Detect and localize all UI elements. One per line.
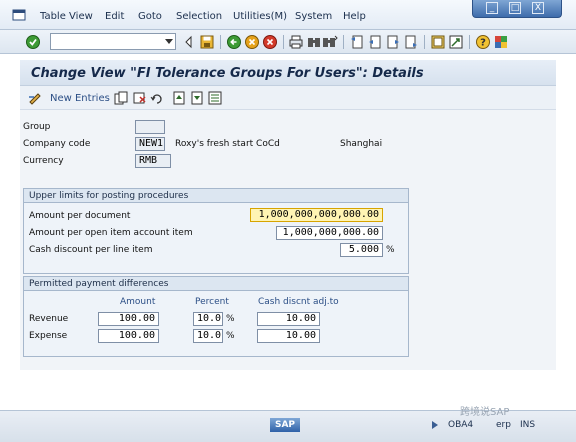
collapse-arrow-icon[interactable]	[181, 34, 197, 50]
exit-icon[interactable]	[244, 34, 260, 50]
next-entry-icon[interactable]	[190, 91, 204, 105]
revenue-cash-discount-field[interactable]: 10.00	[257, 312, 320, 326]
expense-amount-field[interactable]: 100.00	[98, 329, 159, 343]
payment-differences-title: Permitted payment differences	[24, 277, 408, 291]
find-icon[interactable]	[306, 34, 322, 50]
sap-logo: SAP	[270, 418, 300, 432]
city-text: Shanghai	[340, 139, 383, 149]
minimize-button[interactable]: _	[486, 2, 498, 14]
window-controls: _ □ X	[472, 0, 562, 18]
print-icon[interactable]	[288, 34, 304, 50]
main-content: Group Company code NEW1 Roxy's fresh sta…	[20, 110, 556, 370]
find-next-icon[interactable]	[322, 34, 338, 50]
chevron-down-icon[interactable]	[165, 39, 173, 44]
company-name-text: Roxy's fresh start CoCd	[175, 139, 280, 149]
enter-check-icon[interactable]	[25, 34, 41, 50]
toolbar-separator	[424, 35, 425, 49]
undo-change-icon[interactable]	[150, 91, 164, 105]
amount-per-document-field[interactable]: 1,000,000,000,000.00	[250, 208, 383, 222]
amount-per-open-item-field[interactable]: 1,000,000,000.00	[276, 226, 383, 240]
amount-per-document-label: Amount per document	[29, 211, 131, 221]
amount-column-header: Amount	[120, 297, 156, 307]
cash-discount-field[interactable]: 5.000	[340, 243, 383, 257]
select-all-icon[interactable]	[208, 91, 222, 105]
revenue-amount-field[interactable]: 100.00	[98, 312, 159, 326]
amount-per-open-item-label: Amount per open item account item	[29, 228, 193, 238]
currency-label: Currency	[23, 156, 64, 166]
revenue-label: Revenue	[29, 314, 69, 324]
upper-limits-group: Upper limits for posting procedures Amou…	[23, 188, 409, 274]
page-title: Change View "FI Tolerance Groups For Use…	[31, 66, 424, 81]
expense-label: Expense	[29, 331, 68, 341]
cash-discount-column-header: Cash discnt adj.to	[258, 297, 339, 307]
back-icon[interactable]	[226, 34, 242, 50]
prev-page-icon[interactable]	[367, 34, 383, 50]
command-field[interactable]	[50, 33, 176, 50]
server-name: erp	[496, 420, 511, 430]
toolbar-separator	[220, 35, 221, 49]
new-entries-button[interactable]: New Entries	[50, 93, 110, 104]
insert-mode[interactable]: INS	[520, 420, 535, 430]
toolbar-separator	[469, 35, 470, 49]
company-code-label: Company code	[23, 139, 91, 149]
menu-selection[interactable]: Selection	[176, 11, 222, 22]
menu-edit[interactable]: Edit	[105, 11, 124, 22]
close-button[interactable]: X	[532, 2, 544, 14]
percent-column-header: Percent	[195, 297, 229, 307]
next-page-icon[interactable]	[385, 34, 401, 50]
payment-differences-group: Permitted payment differences Amount Per…	[23, 276, 409, 357]
help-icon[interactable]: ?	[475, 34, 491, 50]
screen-title-bar: Change View "FI Tolerance Groups For Use…	[20, 60, 556, 86]
shortcut-icon[interactable]	[448, 34, 464, 50]
standard-toolbar: ?	[0, 30, 576, 54]
delete-icon[interactable]	[132, 91, 146, 105]
company-code-field[interactable]: NEW1	[135, 137, 165, 151]
create-session-icon[interactable]	[430, 34, 446, 50]
revenue-percent-field[interactable]: 10.0	[193, 312, 223, 326]
customize-layout-icon[interactable]	[493, 34, 509, 50]
copy-as-icon[interactable]	[114, 91, 128, 105]
first-page-icon[interactable]	[349, 34, 365, 50]
menu-table-view[interactable]: Table View	[40, 11, 93, 22]
toolbar-separator	[343, 35, 344, 49]
cash-discount-label: Cash discount per line item	[29, 245, 153, 255]
system-menu-icon[interactable]	[12, 9, 26, 21]
last-page-icon[interactable]	[403, 34, 419, 50]
maximize-button[interactable]: □	[509, 2, 521, 14]
status-bar: SAP OBA4 erp INS 跨境说SAP	[0, 407, 576, 442]
menu-utilities[interactable]: Utilities(M)	[233, 11, 287, 22]
cash-discount-percent-unit: %	[386, 245, 395, 255]
status-expand-icon[interactable]	[430, 420, 440, 430]
menu-help[interactable]: Help	[343, 11, 366, 22]
upper-limits-title: Upper limits for posting procedures	[24, 189, 408, 203]
expense-percent-field[interactable]: 10.0	[193, 329, 223, 343]
display-change-icon[interactable]	[28, 91, 42, 105]
expense-cash-discount-field[interactable]: 10.00	[257, 329, 320, 343]
group-label: Group	[23, 122, 51, 132]
svg-text:?: ?	[480, 38, 486, 49]
cancel-icon[interactable]	[262, 34, 278, 50]
group-field[interactable]	[135, 120, 165, 134]
watermark-text: 跨境说SAP	[460, 407, 510, 418]
toolbar-separator	[283, 35, 284, 49]
menu-goto[interactable]: Goto	[138, 11, 162, 22]
menu-bar: Table View Edit Goto Selection Utilities…	[0, 0, 576, 30]
expense-percent-unit: %	[226, 331, 235, 341]
previous-entry-icon[interactable]	[172, 91, 186, 105]
save-icon[interactable]	[199, 34, 215, 50]
menu-system[interactable]: System	[295, 11, 332, 22]
revenue-percent-unit: %	[226, 314, 235, 324]
transaction-code: OBA4	[448, 420, 474, 430]
application-toolbar: New Entries	[20, 86, 556, 110]
currency-field[interactable]: RMB	[135, 154, 171, 168]
